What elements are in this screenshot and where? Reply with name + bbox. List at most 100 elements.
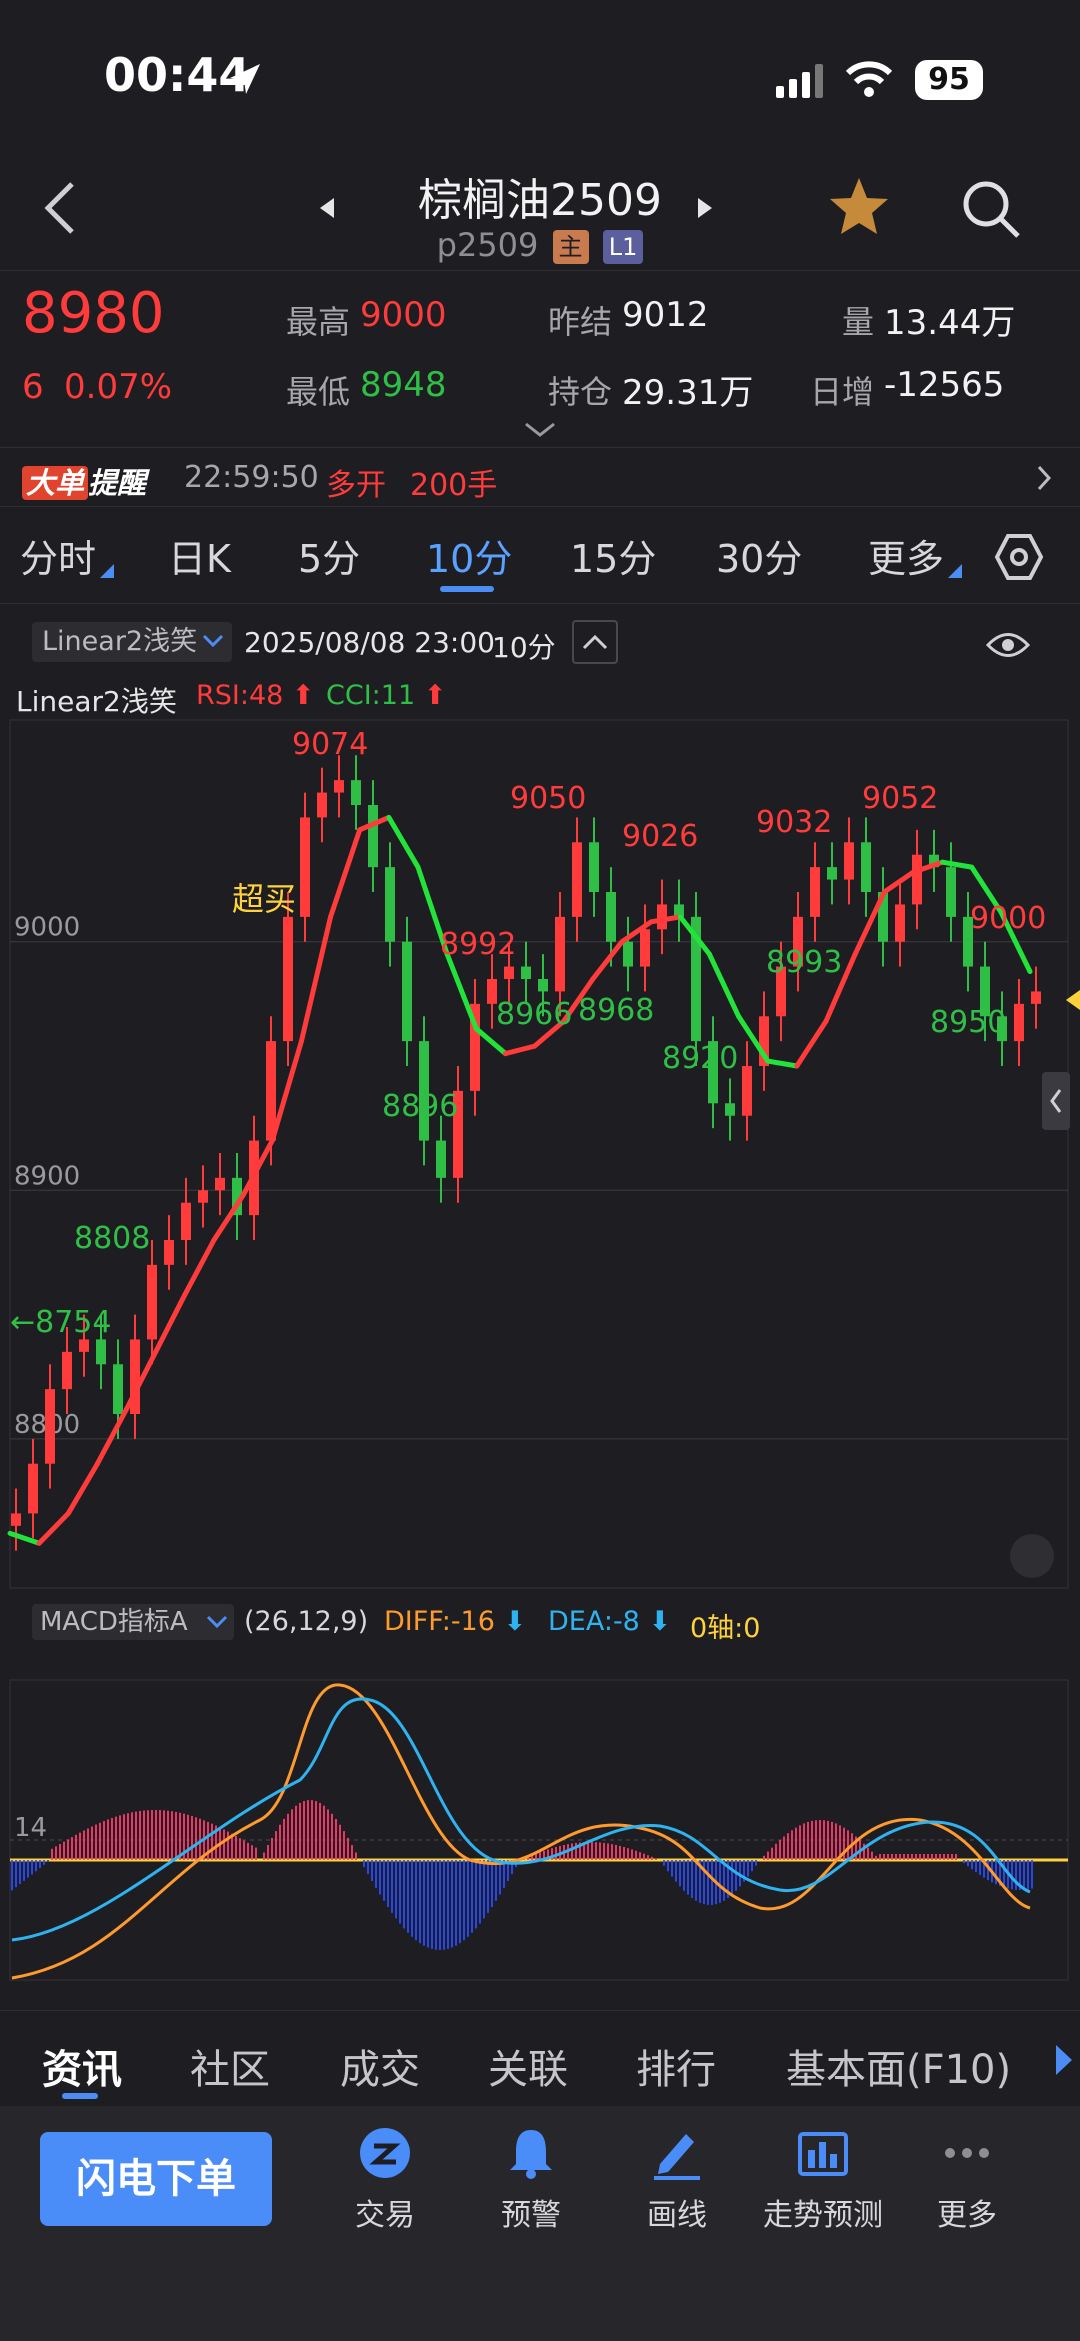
price-alert-button[interactable]: 预警 <box>456 2126 606 2234</box>
trend-line-segment <box>269 1038 304 1144</box>
open-interest-label: 持仓 <box>548 373 613 411</box>
next-contract-icon[interactable] <box>696 196 714 220</box>
macd-chart[interactable]: 14 <box>0 1640 1080 1985</box>
candle <box>589 842 599 892</box>
search-icon[interactable] <box>960 178 1022 240</box>
daily-change-label: 日增 <box>810 373 875 411</box>
draw-line-button[interactable]: 画线 <box>602 2126 752 2234</box>
tab-trades[interactable]: 成交 <box>340 2037 420 2095</box>
active-tab-underline <box>440 586 494 592</box>
candle <box>351 780 361 805</box>
candle <box>11 1513 21 1526</box>
candle <box>640 929 650 967</box>
bottom-info-tabs: 资讯 社区 成交 关联 排行 基本面(F10) <box>0 2010 1080 2105</box>
period-tabs: 分时 日K 5分 10分 15分 30分 更多 <box>0 508 1080 604</box>
side-panel-toggle <box>1042 1072 1070 1130</box>
last-price: 8980 <box>22 281 165 346</box>
more-dots-icon <box>945 2148 989 2158</box>
tab-ranking[interactable]: 排行 <box>636 2037 716 2095</box>
bell-icon <box>510 2130 552 2179</box>
scroll-right-icon[interactable] <box>1054 2043 1074 2077</box>
alert-tag: 大单 提醒 <box>22 460 146 502</box>
high-label: 最高 <box>286 303 351 341</box>
candle <box>1031 991 1041 1004</box>
quote-panel: 8980 6 0.07% 最高 9000 最低 8948 昨结 9012 持仓 … <box>0 270 1080 445</box>
low-label: 最低 <box>286 373 351 411</box>
candle <box>912 854 922 905</box>
dropdown-corner-icon <box>100 564 114 578</box>
candle <box>334 780 344 793</box>
trend-line-segment <box>473 1026 508 1057</box>
favorite-star-icon[interactable] <box>828 176 890 236</box>
tab-10min[interactable]: 10分 <box>426 528 512 583</box>
tab-15min[interactable]: 15分 <box>570 528 656 583</box>
collapse-button[interactable] <box>572 620 618 664</box>
chart-toolbar: Linear2浅笑 2025/08/08 23:00 10分 Linear2浅笑… <box>0 610 1080 718</box>
tab-intraday[interactable]: 分时 <box>20 528 96 583</box>
candle <box>946 867 956 917</box>
candle <box>181 1202 191 1240</box>
x-tick-label: 23:00 <box>786 1597 861 1598</box>
trend-line-segment <box>386 814 421 870</box>
volume-value: 13.44万 <box>884 303 1016 343</box>
candle <box>436 1140 446 1178</box>
flash-order-button[interactable]: 闪电下单 <box>40 2132 272 2226</box>
price-change: 6 <box>22 367 44 407</box>
eye-icon[interactable] <box>986 630 1030 660</box>
battery-indicator: 95 <box>915 60 983 100</box>
candle <box>402 941 412 1042</box>
macd-legend: MACD指标A (26,12,9) DIFF:-16 ⬇ DEA:-8 ⬇ 0轴… <box>0 1600 1080 1644</box>
macd-params: (26,12,9) <box>244 1606 369 1637</box>
more-button[interactable]: 更多 <box>892 2126 1042 2234</box>
price-label: 8992 <box>440 927 516 962</box>
location-icon <box>230 64 260 94</box>
x-tick-label: 08/04 <box>140 1597 215 1598</box>
macd-diff: DIFF:-16 ⬇ <box>384 1606 527 1637</box>
macd-indicator-select[interactable]: MACD指标A <box>32 1604 234 1640</box>
tab-related[interactable]: 关联 <box>488 2037 568 2095</box>
tab-community[interactable]: 社区 <box>190 2037 270 2095</box>
indicator-select[interactable]: Linear2浅笑 <box>32 622 232 662</box>
trend-line-segment <box>182 1237 217 1298</box>
candle <box>300 817 310 917</box>
trend-line-segment <box>153 1292 188 1355</box>
expand-quote-icon[interactable] <box>524 421 556 439</box>
contract-subtitle: p2509 主 L1 <box>0 226 1080 264</box>
candle <box>555 916 565 992</box>
candle <box>861 842 871 892</box>
chart-settings-icon[interactable] <box>994 532 1044 582</box>
price-label: 9032 <box>756 805 832 840</box>
daily-change-value: -12565 <box>884 365 1005 405</box>
trend-line-segment <box>444 951 479 1032</box>
trend-line-segment <box>36 1510 71 1546</box>
candlestick-chart[interactable]: 9000890088009074905090269032905290008992… <box>0 718 1080 1598</box>
trend-line-segment <box>7 1530 42 1546</box>
volume-label: 量 <box>842 303 875 341</box>
candle <box>385 867 395 942</box>
alert-time: 22:59:50 <box>184 460 319 495</box>
trend-line-segment <box>65 1461 100 1516</box>
tab-news[interactable]: 资讯 <box>42 2037 122 2095</box>
alert-action: 多开 <box>326 468 386 503</box>
candle <box>79 1339 89 1352</box>
active-tab-underline <box>62 2093 98 2099</box>
trend-line-segment <box>881 869 916 895</box>
trend-forecast-button[interactable]: 走势预测 <box>748 2126 898 2234</box>
large-order-alert[interactable]: 大单 提醒 22:59:50 多开 200手 <box>0 447 1080 507</box>
tab-daily-k[interactable]: 日K <box>168 528 231 583</box>
chevron-down-icon <box>202 634 224 648</box>
trend-line-segment <box>502 1043 538 1057</box>
action-bar: 闪电下单 交易 预警 画线 走势预测 更多 <box>0 2106 1080 2341</box>
chevron-down-icon <box>206 1615 228 1629</box>
price-label: 8966 <box>496 997 572 1032</box>
tab-5min[interactable]: 5分 <box>298 528 360 583</box>
tab-30min[interactable]: 30分 <box>716 528 802 583</box>
x-tick-label: 08/06 <box>570 1597 645 1598</box>
tab-fundamentals[interactable]: 基本面(F10) <box>786 2037 1011 2095</box>
tab-more[interactable]: 更多 <box>868 528 944 583</box>
trend-line-segment <box>706 951 742 1019</box>
candle <box>215 1177 225 1191</box>
candle <box>844 842 854 880</box>
trade-button[interactable]: 交易 <box>310 2126 460 2234</box>
header: 棕榈油2509 p2509 主 L1 <box>0 150 1080 270</box>
